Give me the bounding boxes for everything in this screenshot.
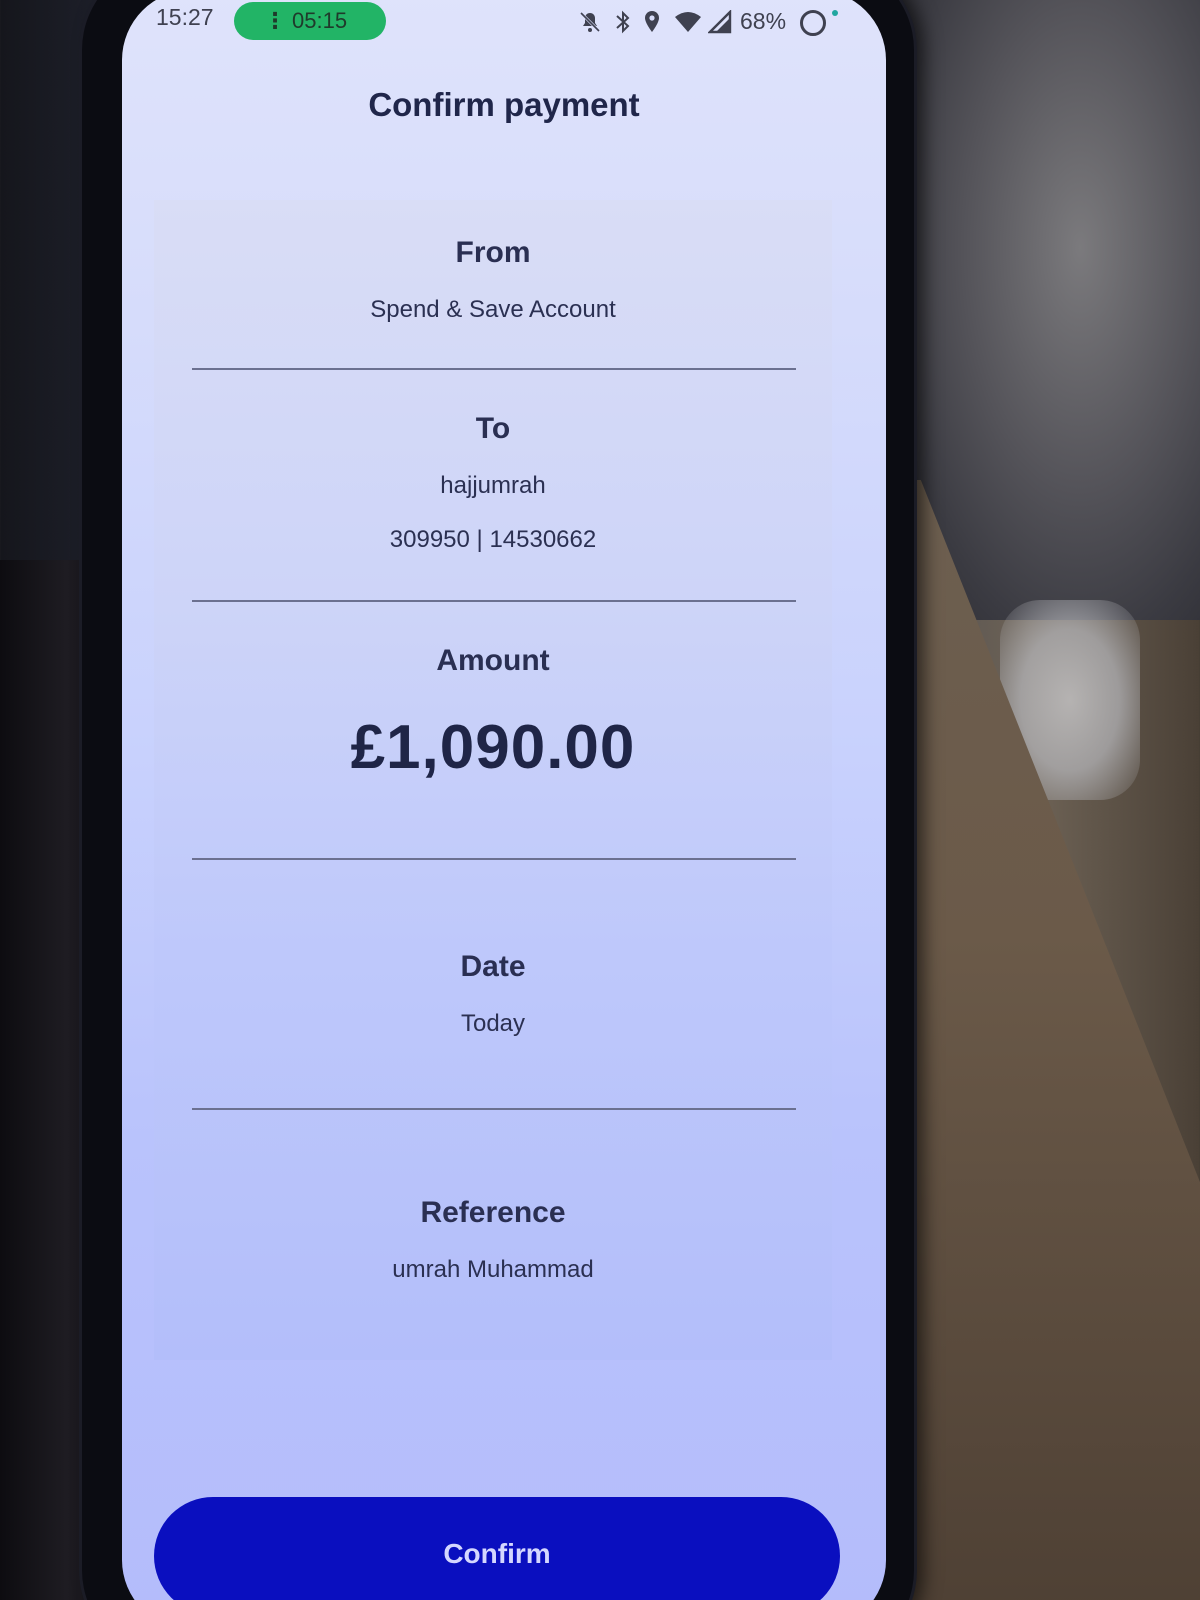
to-label: To (475, 412, 511, 445)
page-title: Confirm payment (368, 86, 640, 123)
signal-icon (707, 9, 732, 40)
payee-name: hajjumrah (440, 472, 546, 499)
reference-label: Reference (420, 1196, 566, 1229)
divider (192, 858, 796, 860)
from-account: Spend & Save Account (370, 296, 616, 323)
date-label: Date (460, 950, 526, 983)
ring-icon (800, 10, 826, 36)
reference-value: umrah Muhammad (392, 1256, 594, 1283)
phone-screen: 15:27 ⋮ 05:15 68% Confirm payment From S… (122, 0, 886, 1600)
location-icon (642, 10, 662, 40)
battery-level: 68% (740, 8, 787, 34)
divider (192, 600, 796, 602)
mute-notifications-icon (578, 10, 602, 40)
status-time: 15:27 (156, 4, 214, 30)
from-label: From (455, 236, 531, 269)
call-timer: 05:15 (292, 8, 348, 33)
status-icons: 68% (578, 4, 878, 40)
wifi-icon (674, 10, 702, 40)
amount-value: £1,090.00 (350, 713, 636, 782)
payment-details-card: From Spend & Save Account To hajjumrah 3… (154, 200, 832, 1360)
status-bar: 15:27 ⋮ 05:15 68% (122, 0, 886, 40)
divider (192, 368, 796, 370)
ongoing-call-pill[interactable]: ⋮ 05:15 (234, 2, 386, 40)
date-value: Today (460, 1010, 526, 1037)
call-icon: ⋮ (264, 8, 286, 33)
confirm-button[interactable]: Confirm (154, 1497, 840, 1600)
bluetooth-icon (614, 10, 632, 40)
amount-label: Amount (436, 644, 550, 677)
payee-account-details: 309950 | 14530662 (389, 526, 597, 553)
background-scene (900, 0, 1200, 620)
notification-dot (832, 10, 838, 16)
divider (192, 1108, 796, 1110)
